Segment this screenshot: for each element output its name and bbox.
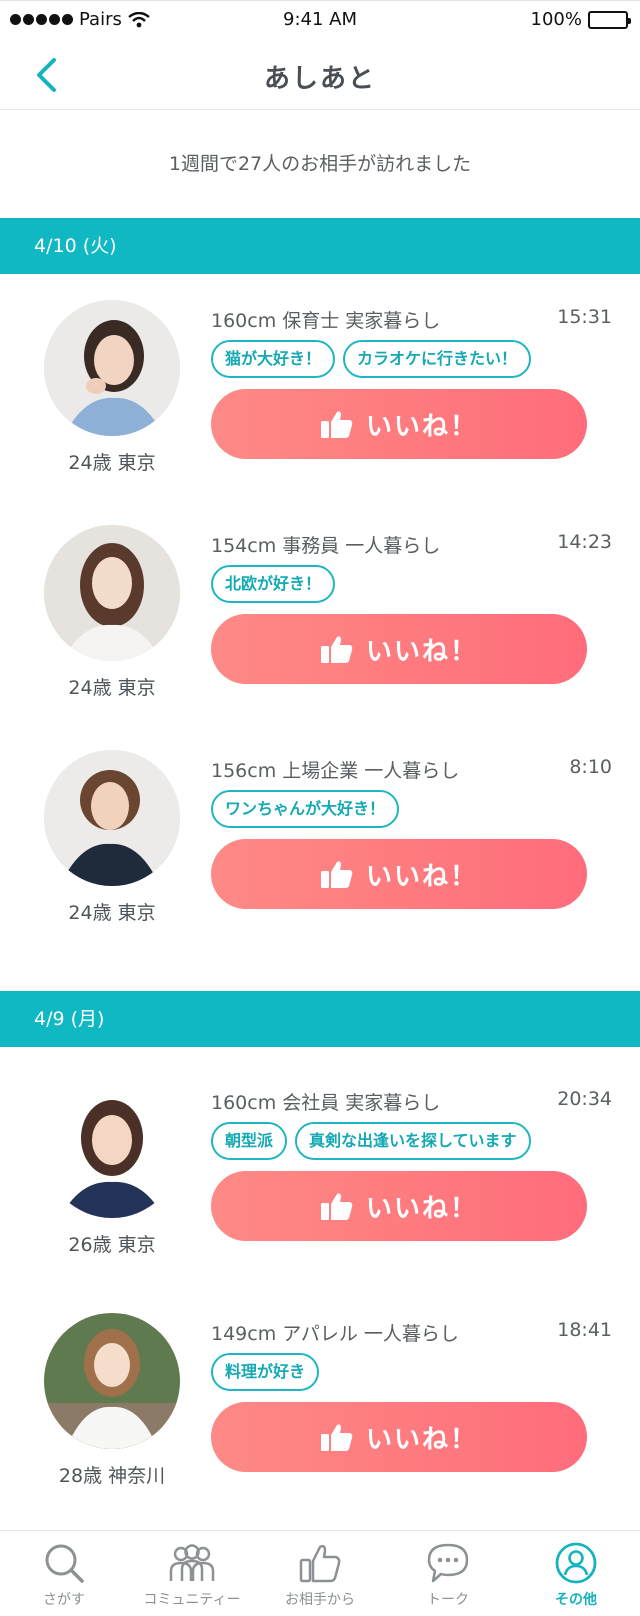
like-button[interactable]: いいね！ (211, 1171, 587, 1241)
tab-talk[interactable]: トーク (384, 1531, 512, 1616)
visitor-card[interactable]: 24歳 東京 156cm 上場企業 一人暮らし 8:10 ワンちゃんが大好き！ … (0, 750, 640, 940)
age-location: 28歳 神奈川 (58, 1465, 166, 1487)
thumbs-up-icon (320, 1193, 353, 1220)
visitor-card[interactable]: 26歳 東京 160cm 会社員 実家暮らし 20:34 朝型派 真剣な出逢いを… (0, 1082, 640, 1272)
profile-summary: 156cm 上場企業 一人暮らし (211, 760, 460, 782)
tab-label: トーク (427, 1592, 469, 1608)
tab-bar: さがす コミュニティー お相手から トーク その他 (0, 1530, 640, 1616)
thumbs-up-icon (320, 411, 353, 438)
visitor-card[interactable]: 28歳 神奈川 149cm アパレル 一人暮らし 18:41 料理が好き いいね… (0, 1313, 640, 1503)
interest-tags: 朝型派 真剣な出逢いを探しています (211, 1122, 531, 1160)
age-location: 24歳 東京 (68, 677, 156, 699)
tab-search[interactable]: さがす (0, 1531, 128, 1616)
like-button[interactable]: いいね！ (211, 389, 587, 459)
visit-time: 18:41 (557, 1319, 612, 1341)
date-header: 4/10 (火) (0, 218, 640, 274)
like-button[interactable]: いいね！ (211, 839, 587, 909)
visitor-card[interactable]: 24歳 東京 160cm 保育士 実家暮らし 15:31 猫が大好き！ カラオケ… (0, 300, 640, 490)
like-label: いいね！ (365, 1424, 478, 1455)
visit-time: 8:10 (569, 756, 612, 778)
profile-summary: 149cm アパレル 一人暮らし (211, 1323, 459, 1345)
avatar[interactable] (44, 1313, 180, 1449)
profile-summary: 160cm 保育士 実家暮らし (211, 310, 441, 332)
chat-bubble-icon (427, 1543, 469, 1583)
interest-tags: 猫が大好き！ カラオケに行きたい！ (211, 340, 532, 378)
interest-tags: 料理が好き (211, 1353, 320, 1391)
interest-tag: 北欧が好き！ (211, 565, 336, 603)
profile-summary: 160cm 会社員 実家暮らし (211, 1092, 441, 1114)
thumbs-up-icon (320, 1424, 353, 1451)
interest-tag: 猫が大好き！ (211, 340, 336, 378)
avatar[interactable] (44, 750, 180, 886)
thumbs-up-icon (320, 861, 353, 888)
thumbs-up-icon (299, 1544, 341, 1583)
profile-summary: 154cm 事務員 一人暮らし (211, 535, 441, 557)
visit-time: 20:34 (557, 1088, 612, 1110)
navigation-bar: あしあと (0, 40, 640, 110)
interest-tag: 料理が好き (211, 1353, 320, 1391)
tab-community[interactable]: コミュニティー (128, 1531, 256, 1616)
visit-time: 14:23 (557, 531, 612, 553)
like-button[interactable]: いいね！ (211, 1402, 587, 1472)
community-icon (169, 1544, 215, 1581)
status-bar: Pairs 9:41 AM 100% (0, 0, 640, 40)
visitor-card[interactable]: 24歳 東京 154cm 事務員 一人暮らし 14:23 北欧が好き！ いいね！ (0, 525, 640, 715)
avatar[interactable] (44, 300, 180, 436)
interest-tag: 朝型派 (211, 1122, 288, 1160)
date-header: 4/9 (月) (0, 991, 640, 1047)
like-label: いいね！ (365, 636, 478, 667)
tab-other[interactable]: その他 (512, 1531, 640, 1616)
like-label: いいね！ (365, 411, 478, 442)
battery-percent: 100% (530, 9, 582, 30)
tab-label: その他 (555, 1592, 597, 1608)
tab-label: さがす (43, 1592, 85, 1608)
interest-tags: ワンちゃんが大好き！ (211, 790, 400, 828)
search-icon (45, 1544, 84, 1583)
age-location: 24歳 東京 (68, 452, 156, 474)
avatar[interactable] (44, 1082, 180, 1218)
age-location: 26歳 東京 (68, 1234, 156, 1256)
tab-label: お相手から (285, 1592, 355, 1608)
interest-tags: 北欧が好き！ (211, 565, 336, 603)
like-label: いいね！ (365, 1193, 478, 1224)
interest-tag: 真剣な出逢いを探しています (295, 1122, 531, 1160)
battery-status: 100% (530, 9, 631, 30)
thumbs-up-icon (320, 636, 353, 663)
profile-icon (555, 1542, 597, 1584)
interest-tag: カラオケに行きたい！ (343, 340, 532, 378)
avatar[interactable] (44, 525, 180, 661)
battery-icon (588, 10, 631, 29)
like-label: いいね！ (365, 861, 478, 892)
like-button[interactable]: いいね！ (211, 614, 587, 684)
tab-label: コミュニティー (143, 1592, 241, 1608)
tab-from-partner[interactable]: お相手から (256, 1531, 384, 1616)
interest-tag: ワンちゃんが大好き！ (211, 790, 400, 828)
visitor-summary: 1週間で27人のお相手が訪れました (168, 153, 472, 175)
visit-time: 15:31 (557, 306, 612, 328)
page-title: あしあと (263, 64, 376, 94)
age-location: 24歳 東京 (68, 902, 156, 924)
